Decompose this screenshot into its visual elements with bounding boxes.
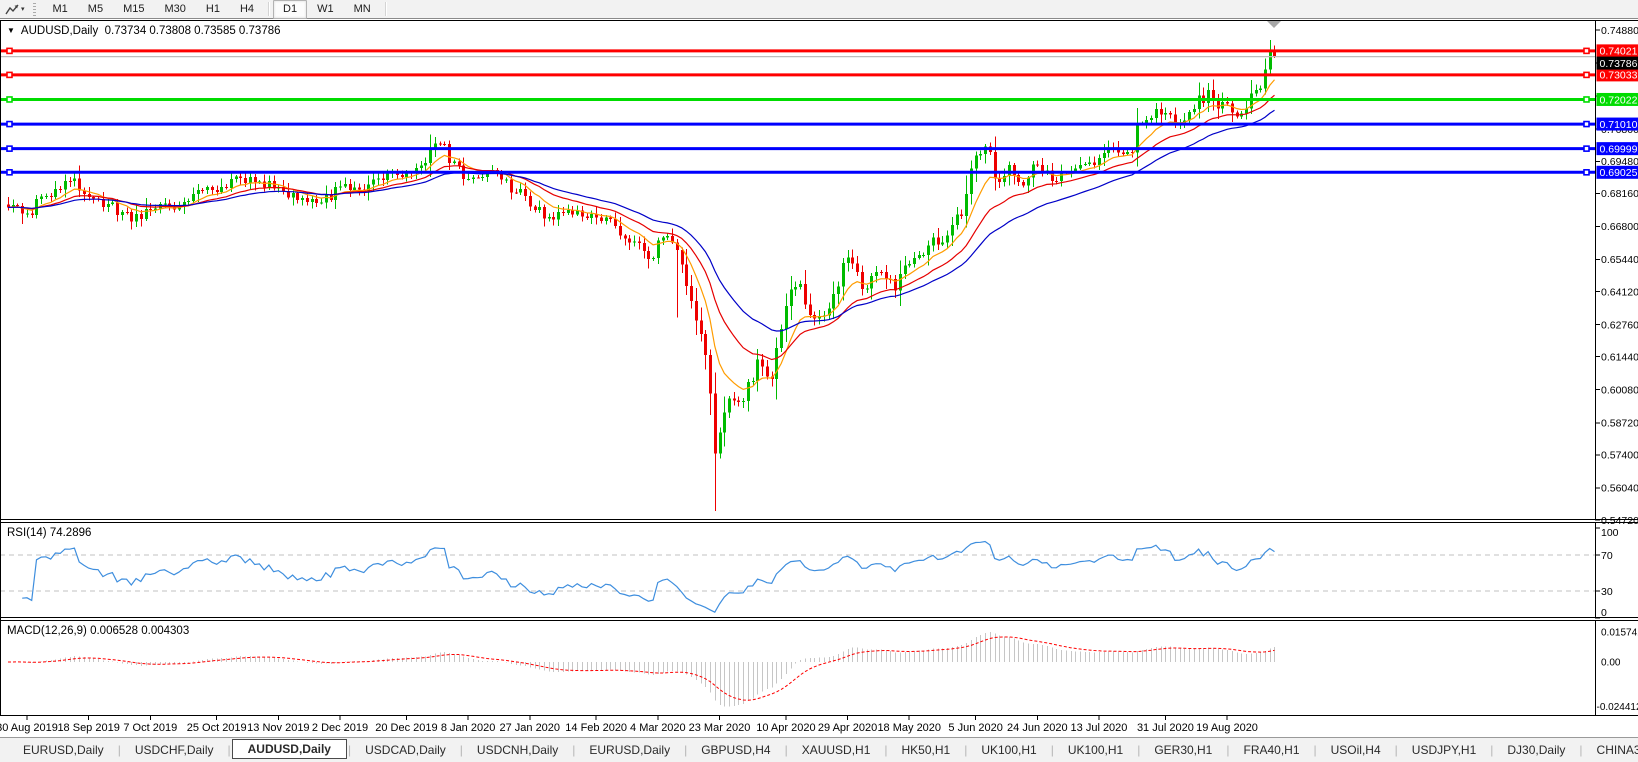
svg-text:13 Nov 2019: 13 Nov 2019 [247,722,309,734]
rsi-panel: 10070300 [0,527,1619,619]
svg-text:27 Jan 2020: 27 Jan 2020 [499,722,560,734]
svg-text:2 Dec 2019: 2 Dec 2019 [312,722,368,734]
svg-text:24 Jun 2020: 24 Jun 2020 [1007,722,1068,734]
chart-tab-usoil-h4[interactable]: USOil,H4 [1318,740,1394,760]
chart-tab-usdchf-daily[interactable]: USDCHF,Daily [122,740,227,760]
svg-text:0.66800: 0.66800 [1601,221,1638,233]
chart-tab-eurusd-daily[interactable]: EURUSD,Daily [10,740,117,760]
svg-text:-0.024412: -0.024412 [1597,702,1638,713]
svg-text:0.00: 0.00 [1601,658,1621,669]
svg-text:0.69999: 0.69999 [1600,143,1638,155]
svg-text:0.62760: 0.62760 [1601,319,1638,331]
svg-text:7 Oct 2019: 7 Oct 2019 [123,722,177,734]
rsi-indicator-label: RSI(14) 74.2896 [7,527,91,539]
svg-text:4 Mar 2020: 4 Mar 2020 [630,722,686,734]
chart-tab-hk50-h1[interactable]: HK50,H1 [889,740,964,760]
hline-handle[interactable] [1584,170,1589,175]
svg-text:14 Feb 2020: 14 Feb 2020 [565,722,627,734]
svg-text:0.74021: 0.74021 [1600,46,1638,58]
svg-text:0.73786: 0.73786 [1600,58,1638,70]
ma-20-line [8,95,1275,359]
chart-title-ohlc: 0.73734 0.73808 0.73585 0.73786 [105,25,281,37]
svg-text:18 Sep 2019: 18 Sep 2019 [57,722,119,734]
svg-text:0.72022: 0.72022 [1600,94,1638,106]
hline-handle[interactable] [1584,122,1589,127]
svg-text:30: 30 [1601,586,1613,598]
chart-tab-uk100-h1[interactable]: UK100,H1 [1055,740,1136,760]
svg-text:0.61440: 0.61440 [1601,351,1638,363]
svg-text:0.57400: 0.57400 [1601,450,1638,462]
chart-tab-dj30-daily[interactable]: DJ30,Daily [1494,740,1578,760]
chart-tab-usdcad-daily[interactable]: USDCAD,Daily [352,740,459,760]
svg-text:5 Jun 2020: 5 Jun 2020 [948,722,1002,734]
chart-tab-xauusd-h1[interactable]: XAUUSD,H1 [789,740,884,760]
chart-tab-fra40-h1[interactable]: FRA40,H1 [1230,740,1312,760]
ma-34-line [8,110,1275,331]
hline-handle[interactable] [1584,72,1589,77]
hline-handle[interactable] [1584,146,1589,151]
svg-text:100: 100 [1601,527,1619,539]
hline-handle[interactable] [1584,48,1589,53]
chart-tab-usdcnh-daily[interactable]: USDCNH,Daily [464,740,571,760]
chart-tab-uk100-h1[interactable]: UK100,H1 [968,740,1049,760]
candlestick-series [7,40,1276,511]
svg-text:19 Aug 2020: 19 Aug 2020 [1196,722,1258,734]
chart-tab-bar: EURUSD,Daily|USDCHF,Daily|AUDUSD,Daily|U… [0,737,1638,762]
hline-handle[interactable] [7,72,12,77]
moving-average-lines [8,80,1275,390]
chart-tab-gbpusd-h4[interactable]: GBPUSD,H4 [688,740,783,760]
svg-text:30 Aug 2019: 30 Aug 2019 [0,722,58,734]
hline-handle[interactable] [7,170,12,175]
chart-tab-eurusd-daily[interactable]: EURUSD,Daily [576,740,683,760]
chart-tab-usdjpy-h1[interactable]: USDJPY,H1 [1399,740,1489,760]
svg-text:8 Jan 2020: 8 Jan 2020 [441,722,495,734]
svg-text:0.71010: 0.71010 [1600,119,1638,131]
svg-text:0.69025: 0.69025 [1600,167,1638,179]
svg-text:70: 70 [1601,550,1613,562]
chart-shift-marker-icon[interactable] [1267,21,1281,28]
svg-text:23 Mar 2020: 23 Mar 2020 [689,722,751,734]
svg-text:0.015741: 0.015741 [1601,628,1638,639]
macd-axis: 0.015741 0.00 -0.024412 [1597,628,1638,714]
chart-title-symbol: AUDUSD,Daily [21,25,98,37]
chart-tab-china300-h1[interactable]: CHINA300,H1 [1584,740,1638,760]
svg-text:10 Apr 2020: 10 Apr 2020 [756,722,815,734]
svg-text:0.73033: 0.73033 [1600,70,1638,82]
svg-text:0.68160: 0.68160 [1601,188,1638,200]
chart-tab-audusd-daily[interactable]: AUDUSD,Daily [232,739,347,759]
chart-tab-ger30-h1[interactable]: GER30,H1 [1141,740,1225,760]
ma-9-line [8,80,1275,390]
price-chart-svg[interactable]: 0.748800.735200.721600.708000.694800.681… [0,0,1638,762]
chart-title: ▼ AUDUSD,Daily 0.73734 0.73808 0.73585 0.… [7,25,281,37]
date-axis: 30 Aug 201918 Sep 2019 7 Oct 2019 25 Oct 2… [0,716,1258,734]
svg-text:0.74880: 0.74880 [1601,25,1638,37]
svg-text:13 Jul 2020: 13 Jul 2020 [1071,722,1128,734]
svg-text:0.54720: 0.54720 [1601,515,1638,527]
svg-text:25 Oct 2019: 25 Oct 2019 [187,722,247,734]
mt4-window: ▾ M1M5M15M30H1H4D1W1MN 0.748800.735200.7… [0,0,1638,762]
macd-panel [8,632,1275,707]
current-price-marker: 0.73786 [0,57,1638,70]
hline-handle[interactable] [7,97,12,102]
svg-text:31 Jul 2020: 31 Jul 2020 [1137,722,1194,734]
macd-indicator-label: MACD(12,26,9) 0.006528 0.004303 [7,625,189,637]
hline-handle[interactable] [7,122,12,127]
svg-text:0.60080: 0.60080 [1601,385,1638,397]
svg-text:20 Dec 2019: 20 Dec 2019 [375,722,437,734]
rsi-line [22,542,1274,613]
hline-handle[interactable] [1584,97,1589,102]
svg-text:18 May 2020: 18 May 2020 [877,722,941,734]
svg-text:0.56040: 0.56040 [1601,483,1638,495]
horizontal-lines: 0.74021 0.73033 0.72022 0.71010 0.69999 0.690… [0,44,1638,179]
hline-handle[interactable] [7,146,12,151]
symbol-dropdown-icon[interactable]: ▼ [7,26,15,35]
shift-marker [1267,21,1281,28]
svg-text:0.58720: 0.58720 [1601,418,1638,430]
svg-text:29 Apr 2020: 29 Apr 2020 [818,722,877,734]
svg-text:0.64120: 0.64120 [1601,286,1638,298]
hline-handle[interactable] [7,48,12,53]
svg-text:0.65440: 0.65440 [1601,254,1638,266]
